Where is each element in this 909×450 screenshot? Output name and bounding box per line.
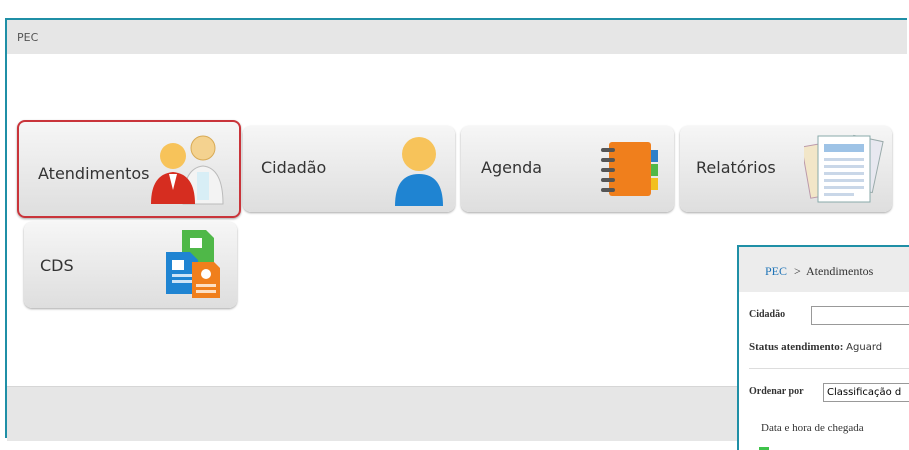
breadcrumb-current: Atendimentos: [806, 264, 874, 278]
cds-tile[interactable]: CDS: [24, 222, 237, 308]
divider: [749, 368, 909, 369]
relatorios-tile[interactable]: Relatórios: [680, 126, 892, 212]
app-title: PEC: [17, 31, 39, 44]
atendimentos-panel: PEC > Atendimentos Cidadão Status atendi…: [737, 245, 909, 450]
cds-label: CDS: [40, 256, 74, 275]
reports-icon: [804, 134, 884, 203]
status-label: Status atendimento:: [749, 341, 844, 353]
breadcrumb-separator: >: [794, 264, 801, 278]
atendimentos-tile[interactable]: Atendimentos: [17, 120, 241, 218]
relatorios-label: Relatórios: [696, 158, 776, 177]
agenda-book-icon: [601, 142, 658, 196]
cidadao-tile[interactable]: Cidadão: [243, 126, 455, 212]
status-value: Aguard: [846, 342, 883, 353]
breadcrumb-root-link[interactable]: PEC: [765, 264, 787, 279]
agenda-tile[interactable]: Agenda: [461, 126, 674, 212]
ordenar-label: Ordenar por: [749, 386, 804, 397]
person-icon: [395, 137, 443, 206]
people-icon: [151, 135, 224, 205]
column-header-chegada[interactable]: Data e hora de chegada: [761, 422, 864, 434]
atendimentos-label: Atendimentos: [38, 164, 150, 183]
ordenar-select[interactable]: [823, 383, 909, 402]
documents-icon: [166, 230, 220, 298]
cidadao-input[interactable]: [811, 306, 909, 325]
cidadao-label: Cidadão: [261, 158, 327, 177]
status-line: Status atendimento: Aguard: [749, 341, 882, 353]
agenda-label: Agenda: [481, 158, 543, 177]
cidadao-field-label: Cidadão: [749, 309, 786, 320]
breadcrumb: PEC > Atendimentos: [739, 247, 909, 292]
top-bar: PEC: [7, 20, 907, 54]
